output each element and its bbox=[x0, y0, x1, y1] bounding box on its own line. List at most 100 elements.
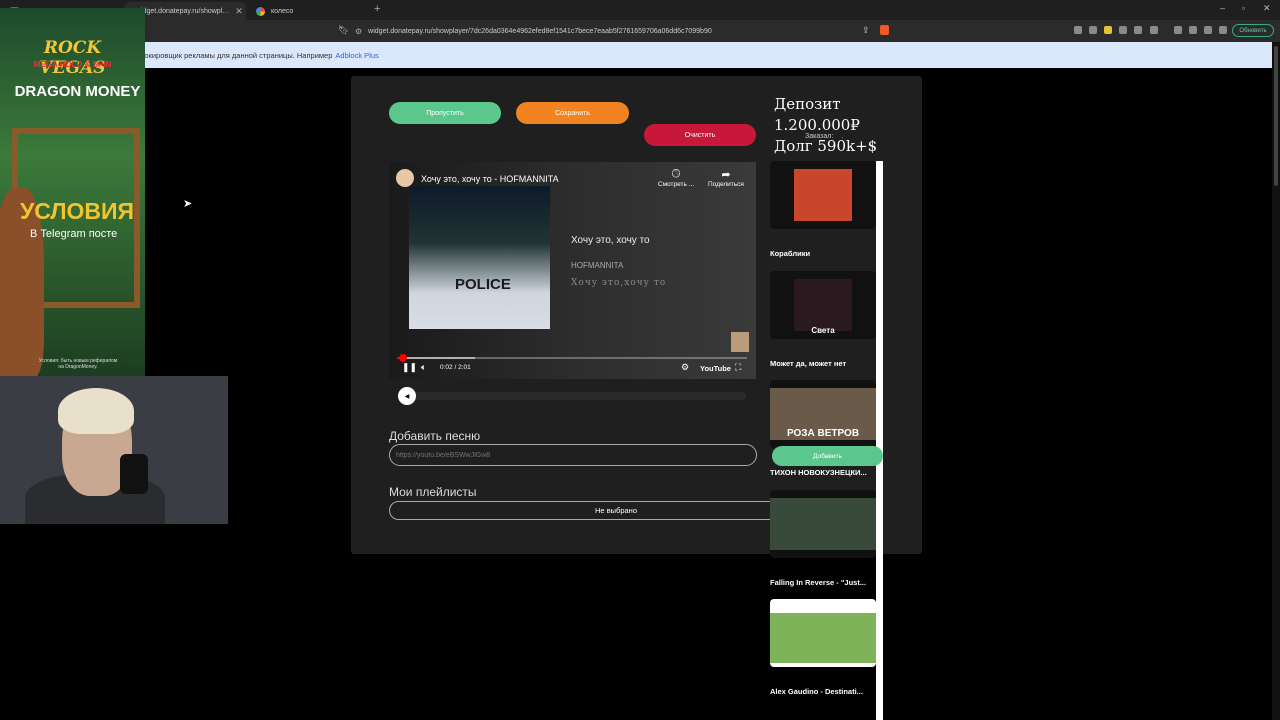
playlists-heading: Мои плейлисты bbox=[389, 485, 477, 499]
bookmark-icon[interactable]: 🔖︎ bbox=[338, 25, 349, 36]
extension-icon[interactable] bbox=[1074, 26, 1082, 34]
ad-logo-rock-vegas: ROCK VEGAS bbox=[39, 38, 106, 78]
fullscreen-icon[interactable]: ⛶ bbox=[735, 362, 741, 373]
youtube-player[interactable]: POLICE Хочу это, хочу то - HOFMANNITA 🕓︎… bbox=[389, 162, 756, 379]
url-text: widget.donatepay.ru/showplayer/7dc26da03… bbox=[368, 27, 712, 35]
watch-later-label: Смотреть ... bbox=[657, 181, 695, 188]
queue-item-title: Alex Gaudino - Destinati... bbox=[770, 687, 863, 696]
ad-logo-subtitle: MEGA HOLD & SPIN bbox=[33, 60, 112, 69]
ad-conditions-heading: УСЛОВИЯ bbox=[20, 198, 135, 224]
scrollbar-thumb[interactable] bbox=[1274, 46, 1278, 186]
adblock-link[interactable]: Adblock Plus bbox=[335, 51, 378, 60]
debt-line: Долг 590k+$ bbox=[774, 137, 878, 155]
youtube-logo[interactable]: YouTube bbox=[700, 364, 731, 373]
video-progress-bar[interactable] bbox=[397, 354, 747, 362]
extension-icon[interactable] bbox=[1134, 26, 1142, 34]
webcam-hair bbox=[58, 388, 134, 434]
extension-icon[interactable] bbox=[1089, 26, 1097, 34]
mouse-cursor-icon: ➤ bbox=[183, 198, 193, 210]
overlay-artist: HOFMANNITA bbox=[571, 261, 624, 270]
site-info-icon[interactable]: ⚙ bbox=[355, 27, 362, 36]
queue-item[interactable]: Кораблики bbox=[770, 161, 876, 258]
tab-koleso[interactable]: колесо bbox=[250, 2, 368, 20]
wallet-icon[interactable] bbox=[1204, 26, 1212, 34]
browser-tab-bar: widget.donatepay.ru/showpl… ✕ колесо + –… bbox=[0, 0, 1280, 20]
queue-item-title: Может да, может нет bbox=[770, 359, 847, 368]
share-button[interactable]: ➦ Поделиться bbox=[701, 168, 751, 188]
adblock-infobar: блокировщик рекламы для данной страницы.… bbox=[0, 42, 1272, 68]
queue-thumbnail[interactable]: Света bbox=[770, 271, 876, 339]
volume-slider[interactable]: ◀ bbox=[398, 387, 746, 405]
streamer-webcam bbox=[0, 376, 228, 524]
new-tab-icon[interactable]: + bbox=[374, 3, 380, 15]
queue-item[interactable]: Alex Gaudino - Destinati... bbox=[770, 599, 876, 696]
close-window-icon[interactable]: ✕ bbox=[1263, 3, 1271, 14]
ordered-value: . bbox=[841, 133, 844, 140]
queue-scrollbar[interactable] bbox=[876, 161, 883, 720]
settings-gear-icon[interactable]: ⚙ bbox=[681, 362, 689, 373]
video-time: 0:02 / 2:01 bbox=[440, 364, 471, 371]
share-icon[interactable]: ⇪ bbox=[862, 25, 870, 36]
sidebar-icon[interactable] bbox=[1189, 26, 1197, 34]
address-bar: 🔖︎ ⚙ widget.donatepay.ru/showplayer/7dc2… bbox=[0, 20, 1280, 42]
song-url-input[interactable] bbox=[389, 444, 757, 466]
pause-icon[interactable]: ❚❚ bbox=[402, 362, 417, 373]
queue-thumbnail[interactable] bbox=[770, 490, 876, 558]
ordered-by: Заказал: . bbox=[805, 133, 843, 140]
url-field[interactable]: ⚙ widget.donatepay.ru/showplayer/7dc26da… bbox=[355, 23, 875, 39]
queue-item-title: Кораблики bbox=[770, 249, 811, 258]
channel-avatar[interactable] bbox=[396, 169, 414, 187]
slider-knob[interactable]: ◀ bbox=[398, 387, 416, 405]
deposit-line: Депозит 1.200.000₽ bbox=[774, 95, 860, 134]
queue-thumbnail[interactable]: РОЗА ВЕТРОВ bbox=[770, 380, 876, 448]
ad-logo-dragon-money: DRAGON MONEY bbox=[14, 83, 141, 100]
ordered-label: Заказал: bbox=[805, 133, 834, 140]
extension-icon[interactable] bbox=[1150, 26, 1158, 34]
clock-icon: 🕓︎ bbox=[671, 168, 681, 180]
video-frame-text: POLICE bbox=[455, 276, 511, 293]
playlist-selected: Не выбрано bbox=[595, 506, 637, 515]
restore-icon[interactable]: ▫ bbox=[1242, 3, 1245, 13]
queue-thumbnail-caption: РОЗА ВЕТРОВ bbox=[786, 428, 860, 439]
update-button[interactable]: Обновить bbox=[1232, 24, 1274, 37]
leo-icon[interactable] bbox=[1219, 26, 1227, 34]
queue-thumbnail-art bbox=[770, 613, 876, 663]
song-queue[interactable]: Кораблики Света Может да, может нет РОЗА… bbox=[770, 161, 883, 720]
end-screen-thumbnail[interactable] bbox=[731, 332, 749, 352]
brave-shield-icon[interactable] bbox=[880, 25, 889, 35]
share-label: Поделиться bbox=[708, 181, 744, 188]
overlay-song-title: Хочу это, хочу то bbox=[571, 235, 650, 246]
video-buffered bbox=[397, 357, 475, 359]
casino-ad-overlay[interactable]: ROCK VEGAS MEGA HOLD & SPIN DRAGON MONEY… bbox=[0, 8, 145, 378]
media-icon[interactable] bbox=[1174, 26, 1182, 34]
deposit-overlay: Депозит 1.200.000₽ Долг 590k+$ bbox=[774, 94, 922, 157]
queue-thumbnail[interactable] bbox=[770, 161, 876, 229]
extension-icon[interactable] bbox=[1104, 26, 1112, 34]
queue-thumbnail-art bbox=[770, 498, 876, 550]
tab-close-icon[interactable]: ✕ bbox=[235, 6, 243, 17]
queue-item-title: Falling In Reverse - "Just... bbox=[770, 578, 867, 587]
queue-item-title: ТИХОН НОВОКУЗНЕЦКИ... bbox=[770, 468, 867, 477]
video-title[interactable]: Хочу это, хочу то - HOFMANNITA bbox=[421, 174, 559, 184]
share-arrow-icon: ➦ bbox=[721, 169, 731, 181]
tab-label: widget.donatepay.ru/showpl… bbox=[136, 7, 230, 15]
watch-later-button[interactable]: 🕓︎ Смотреть ... bbox=[651, 168, 701, 188]
save-button[interactable]: Сохранить bbox=[516, 102, 629, 124]
add-song-heading: Добавить песню bbox=[389, 429, 481, 443]
ad-telegram-text: В Telegram посте bbox=[30, 228, 118, 240]
queue-item[interactable]: Falling In Reverse - "Just... bbox=[770, 490, 876, 587]
queue-thumbnail-caption: Света bbox=[811, 326, 835, 335]
clear-button[interactable]: Очистить bbox=[644, 124, 756, 146]
add-to-queue-button[interactable]: Добавить bbox=[772, 446, 883, 466]
microphone-icon bbox=[120, 454, 148, 494]
overlay-script-text: Хочу это,хочу то bbox=[571, 278, 667, 288]
queue-thumbnail-art bbox=[794, 279, 852, 331]
video-scrubber[interactable] bbox=[398, 354, 407, 362]
skip-button[interactable]: Пропустить bbox=[389, 102, 501, 124]
extension-icon[interactable] bbox=[1119, 26, 1127, 34]
page-scrollbar[interactable] bbox=[1272, 42, 1280, 720]
queue-thumbnail[interactable] bbox=[770, 599, 876, 667]
minimize-icon[interactable]: – bbox=[1220, 3, 1225, 13]
queue-item[interactable]: Света Может да, может нет bbox=[770, 271, 876, 368]
volume-icon[interactable]: 🔈︎ bbox=[421, 362, 426, 373]
